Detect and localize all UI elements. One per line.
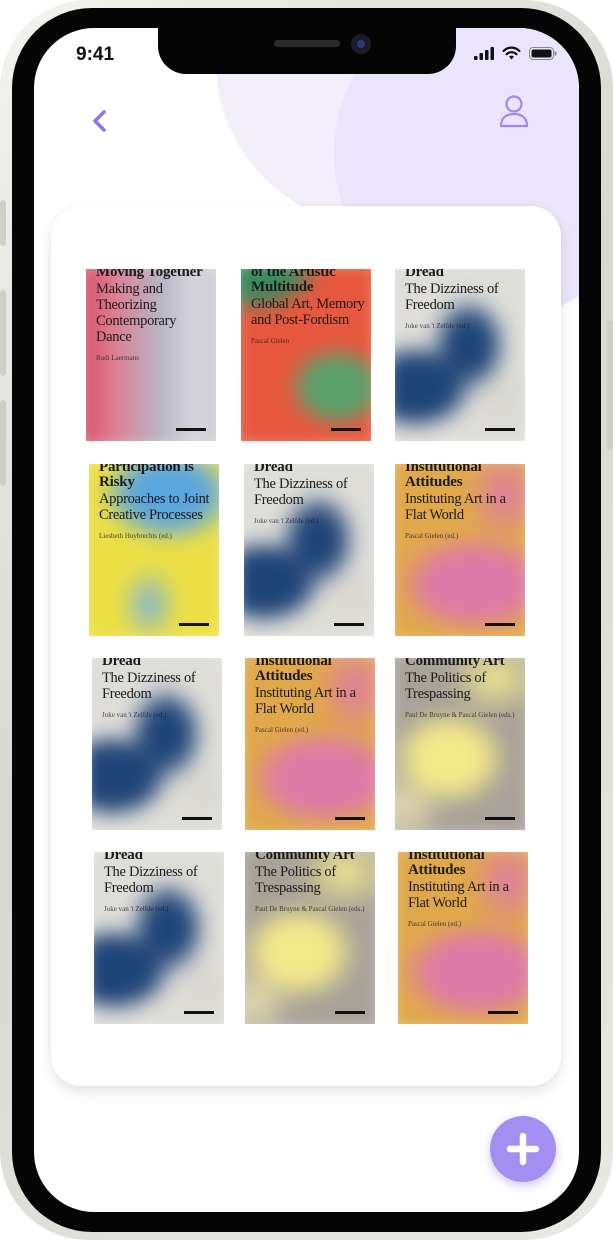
- book-subtitle: Instituting Art in a Flat World: [255, 685, 356, 717]
- battery-icon: [529, 46, 557, 60]
- screen: 9:41 Moving Together Making and Theorizi…: [34, 28, 579, 1212]
- book-title: Community Art: [255, 852, 355, 863]
- plus-icon: [506, 1132, 540, 1166]
- wifi-icon: [502, 46, 521, 60]
- book-subtitle: The Dizziness of Freedom: [254, 476, 348, 508]
- book-author: Pascal Gielen (ed.): [255, 726, 309, 734]
- publisher-mark: [176, 428, 206, 431]
- notch: [158, 28, 456, 74]
- book-cover[interactable]: Participation is Risky Approaches to Joi…: [89, 464, 219, 636]
- mute-switch: [0, 200, 6, 246]
- book-subtitle: The Politics of Trespassing: [405, 670, 486, 702]
- book-title: Institutional Attitudes: [408, 852, 485, 878]
- book-title: Community Art: [405, 658, 505, 669]
- publisher-mark: [485, 428, 515, 431]
- book-title: Dread: [104, 852, 143, 863]
- book-cover[interactable]: Institutional Attitudes Instituting Art …: [245, 658, 375, 830]
- book-author: Joke van 't Zelfde (ed.): [254, 517, 319, 525]
- cover-text: Institutional Attitudes Instituting Art …: [408, 852, 522, 928]
- publisher-mark: [179, 623, 209, 626]
- user-icon: [499, 95, 529, 128]
- volume-up-button: [0, 290, 6, 376]
- cover-text: Institutional Attitudes Instituting Art …: [405, 464, 519, 540]
- book-subtitle: Global Art, Memory and Post-Fordism: [251, 296, 365, 328]
- book-cover[interactable]: Moving Together Making and Theorizing Co…: [86, 269, 216, 441]
- book-author: Pascal Gielen: [251, 337, 290, 345]
- cover-text: Dread The Dizziness of Freedom Joke van …: [102, 658, 216, 719]
- volume-down-button: [0, 400, 6, 486]
- book-subtitle: Approaches to Joint Creative Processes: [99, 491, 210, 523]
- book-subtitle: The Politics of Trespassing: [255, 864, 336, 896]
- book-title: Dread: [405, 269, 444, 280]
- publisher-mark: [335, 817, 365, 820]
- book-subtitle: Making and Theorizing Contemporary Dance: [96, 281, 177, 345]
- publisher-mark: [485, 623, 515, 626]
- book-title: of the Artistic Multitude: [251, 269, 336, 295]
- cover-text: Dread The Dizziness of Freedom Joke van …: [254, 464, 368, 525]
- power-button: [607, 320, 613, 450]
- publisher-mark: [485, 817, 515, 820]
- status-time: 9:41: [76, 44, 115, 65]
- book-cover[interactable]: Dread The Dizziness of Freedom Joke van …: [244, 464, 374, 636]
- chevron-left-icon: [93, 110, 106, 132]
- front-camera: [351, 34, 371, 54]
- profile-button[interactable]: [494, 92, 534, 132]
- cover-text: Community Art The Politics of Trespassin…: [255, 852, 369, 913]
- book-author: Joke van 't Zelfde (ed.): [104, 905, 169, 913]
- book-cover[interactable]: Community Art The Politics of Trespassin…: [245, 852, 375, 1024]
- book-author: Liesbeth Huybrechts (ed.): [99, 532, 172, 540]
- book-subtitle: The Dizziness of Freedom: [102, 670, 196, 702]
- book-subtitle: The Dizziness of Freedom: [405, 281, 499, 313]
- book-title: Dread: [254, 464, 293, 475]
- publisher-mark: [334, 623, 364, 626]
- book-author: Paul De Bruyne & Pascal Gielen (eds.): [405, 711, 515, 719]
- cover-text: Participation is Risky Approaches to Joi…: [99, 464, 213, 540]
- book-title: Institutional Attitudes: [255, 658, 332, 684]
- cover-text: Dread The Dizziness of Freedom Joke van …: [104, 852, 218, 913]
- publisher-mark: [182, 817, 212, 820]
- book-cover[interactable]: Institutional Attitudes Instituting Art …: [398, 852, 528, 1024]
- status-icons: [474, 46, 557, 60]
- book-cover[interactable]: of the Artistic Multitude Global Art, Me…: [241, 269, 371, 441]
- publisher-mark: [335, 1011, 365, 1014]
- book-cover[interactable]: Dread The Dizziness of Freedom Joke van …: [94, 852, 224, 1024]
- cover-text: Community Art The Politics of Trespassin…: [405, 658, 519, 719]
- cover-text: Institutional Attitudes Instituting Art …: [255, 658, 369, 734]
- book-author: Joke van 't Zelfde (ed.): [102, 711, 167, 719]
- back-button[interactable]: [84, 104, 118, 138]
- book-subtitle: Instituting Art in a Flat World: [405, 491, 506, 523]
- book-cover[interactable]: Community Art The Politics of Trespassin…: [395, 658, 525, 830]
- book-author: Rudi Laermans: [96, 354, 139, 362]
- publisher-mark: [184, 1011, 214, 1014]
- books-card: Moving Together Making and Theorizing Co…: [51, 206, 561, 1086]
- book-author: Joke van 't Zelfde (ed.): [405, 322, 470, 330]
- cover-text: Dread The Dizziness of Freedom Joke van …: [405, 269, 519, 330]
- book-cover[interactable]: Dread The Dizziness of Freedom Joke van …: [395, 269, 525, 441]
- book-author: Paul De Bruyne & Pascal Gielen (eds.): [255, 905, 365, 913]
- book-title: Dread: [102, 658, 141, 669]
- add-book-button[interactable]: [490, 1116, 556, 1182]
- cover-text: Moving Together Making and Theorizing Co…: [96, 269, 210, 362]
- book-cover[interactable]: Dread The Dizziness of Freedom Joke van …: [92, 658, 222, 830]
- publisher-mark: [331, 428, 361, 431]
- book-author: Pascal Gielen (ed.): [405, 532, 459, 540]
- cellular-signal-icon: [474, 46, 494, 60]
- book-subtitle: The Dizziness of Freedom: [104, 864, 198, 896]
- book-title: Institutional Attitudes: [405, 464, 482, 490]
- book-author: Pascal Gielen (ed.): [408, 920, 462, 928]
- speaker-grille: [274, 40, 340, 47]
- cover-text: of the Artistic Multitude Global Art, Me…: [251, 269, 365, 345]
- publisher-mark: [488, 1011, 518, 1014]
- book-title: Participation is Risky: [99, 464, 194, 490]
- book-subtitle: Instituting Art in a Flat World: [408, 879, 509, 911]
- book-cover[interactable]: Institutional Attitudes Instituting Art …: [395, 464, 525, 636]
- book-title: Moving Together: [96, 269, 203, 280]
